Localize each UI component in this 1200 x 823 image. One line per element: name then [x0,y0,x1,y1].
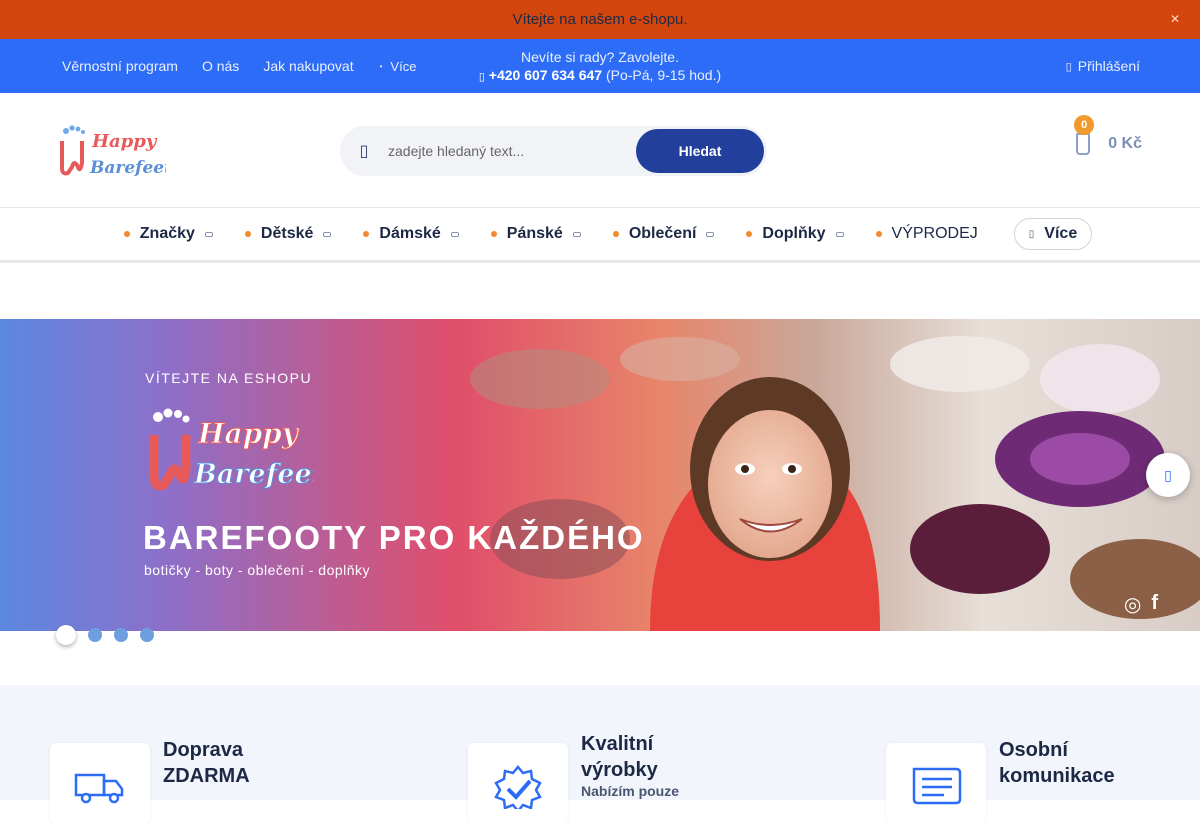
quality-badge-icon [494,765,542,809]
hero-logo: Happy Barefeet [149,408,314,491]
dropdown-icon [450,231,459,237]
category-sale[interactable]: VÝPRODEJ [875,225,978,243]
dropdown-icon [323,231,332,237]
hero-banner[interactable]: VÍTEJTE NA ESHOPU Happy Barefeet BAREFOO… [0,319,1200,631]
svg-text:Barefeet: Barefeet [89,158,166,178]
hero-headline: BAREFOOTY PRO KAŽDÉHO [143,519,645,556]
search-bar: ▯ Hledat [340,126,767,176]
category-label: Pánské [506,225,563,242]
benefit-icon-box [886,743,986,823]
message-icon [912,767,962,805]
category-more-button[interactable]: ▯ Více [1013,218,1093,250]
announcement-bar: Vítejte na našem e-shopu. ✕ [0,0,1200,39]
login-button[interactable]: ▯ Přihlášení [1066,58,1140,74]
close-icon[interactable]: ✕ [1170,12,1180,26]
announcement-text: Vítejte na našem e-shopu. [512,11,688,28]
dots-icon: • [379,61,383,71]
cart-button[interactable]: 0 0 Kč [1074,115,1142,155]
category-label: Dámské [379,225,441,242]
site-header: Happy Barefeet ▯ Hledat 0 0 Kč [0,93,1200,208]
bullet-icon [363,231,370,237]
category-women[interactable]: Dámské [363,225,459,243]
link-how-to-buy[interactable]: Jak nakupovat [263,58,353,74]
benefit-title: Osobní komunikace [999,739,1115,787]
benefit-icon-box [50,743,150,823]
login-label: Přihlášení [1077,58,1140,74]
benefit-icon-box [468,743,568,823]
arrow-right-icon: ▯ [1164,466,1172,483]
bullet-icon [244,231,251,237]
bullet-icon [490,231,497,237]
phone-number[interactable]: +420 607 634 647 [489,67,602,83]
carousel-dot-1[interactable] [56,625,76,645]
cart-total: 0 Kč [1108,135,1142,152]
svg-text:Happy: Happy [197,417,300,450]
user-icon: ▯ [1065,60,1072,73]
carousel-dots [56,625,154,645]
category-clothing[interactable]: Oblečení [612,225,715,243]
search-input[interactable] [388,143,628,159]
bullet-icon [875,231,882,237]
benefit-title: Doprava ZDARMA [163,739,250,787]
facebook-icon[interactable]: f [1151,592,1158,617]
truck-icon [74,773,124,804]
site-logo[interactable]: Happy Barefeet [56,123,166,181]
dropdown-icon [706,231,715,237]
category-brands[interactable]: Značky [123,225,213,243]
category-accessories[interactable]: Doplňky [746,225,844,243]
category-label: VÝPRODEJ [891,225,978,242]
svg-text:Happy: Happy [91,131,158,152]
category-nav: Značky Dětské Dámské Pánské Oblečení Dop… [0,208,1200,263]
phone-hours: (Po-Pá, 9-15 hod.) [605,67,722,83]
category-label: Oblečení [628,225,697,242]
dropdown-icon [204,231,213,237]
svg-text:Barefeet: Barefeet [193,459,314,490]
link-loyalty[interactable]: Věrnostní program [62,58,178,74]
category-men[interactable]: Pánské [490,225,581,243]
bullet-icon [612,231,619,237]
search-icon: ▯ [359,143,369,160]
benefit-title: Kvalitní výrobky [581,733,658,781]
carousel-dot-3[interactable] [114,628,128,642]
hero-welcome: VÍTEJTE NA ESHOPU [145,370,313,386]
category-label: Doplňky [762,225,826,242]
top-more-button[interactable]: • Více [380,59,417,74]
carousel-dot-2[interactable] [88,628,102,642]
category-kids[interactable]: Dětské [244,225,332,243]
carousel-next-button[interactable]: ▯ [1146,453,1190,497]
category-label: Dětské [260,225,314,242]
social-links: ◎ f [1124,592,1158,617]
benefits-section: Doprava ZDARMA Kvalitní výrobky Nabízím … [0,685,1200,823]
dropdown-icon [572,231,581,237]
category-more-label: Více [1044,225,1078,242]
dropdown-icon [835,231,844,237]
link-about[interactable]: O nás [202,58,239,74]
help-contact: Nevíte si rady? Zavolejte. ▯ +420 607 63… [450,48,750,86]
hero-subline: botičky - boty - oblečení - doplňky [144,562,371,578]
top-more-label: Více [390,58,417,74]
hero-photo [470,336,1200,631]
phone-icon: ▯ [478,71,485,83]
cart-icon: 0 [1074,115,1095,155]
benefit-shipping: Doprava ZDARMA [50,739,250,823]
category-label: Značky [139,225,195,242]
benefit-quality: Kvalitní výrobky Nabízím pouze [468,733,680,823]
cart-count-badge: 0 [1074,115,1095,135]
top-links: Věrnostní program O nás Jak nakupovat • … [62,58,416,74]
benefit-communication: Osobní komunikace [886,739,1115,823]
carousel-dot-4[interactable] [140,628,154,642]
bullet-icon [123,231,130,237]
instagram-icon[interactable]: ◎ [1124,592,1141,617]
top-bar: Věrnostní program O nás Jak nakupovat • … [0,39,1200,93]
search-button[interactable]: Hledat [636,129,764,173]
help-text: Nevíte si rady? Zavolejte. [521,49,679,65]
benefit-subtitle: Nabízím pouze [581,783,680,799]
more-icon: ▯ [1028,228,1035,240]
bullet-icon [746,231,753,237]
